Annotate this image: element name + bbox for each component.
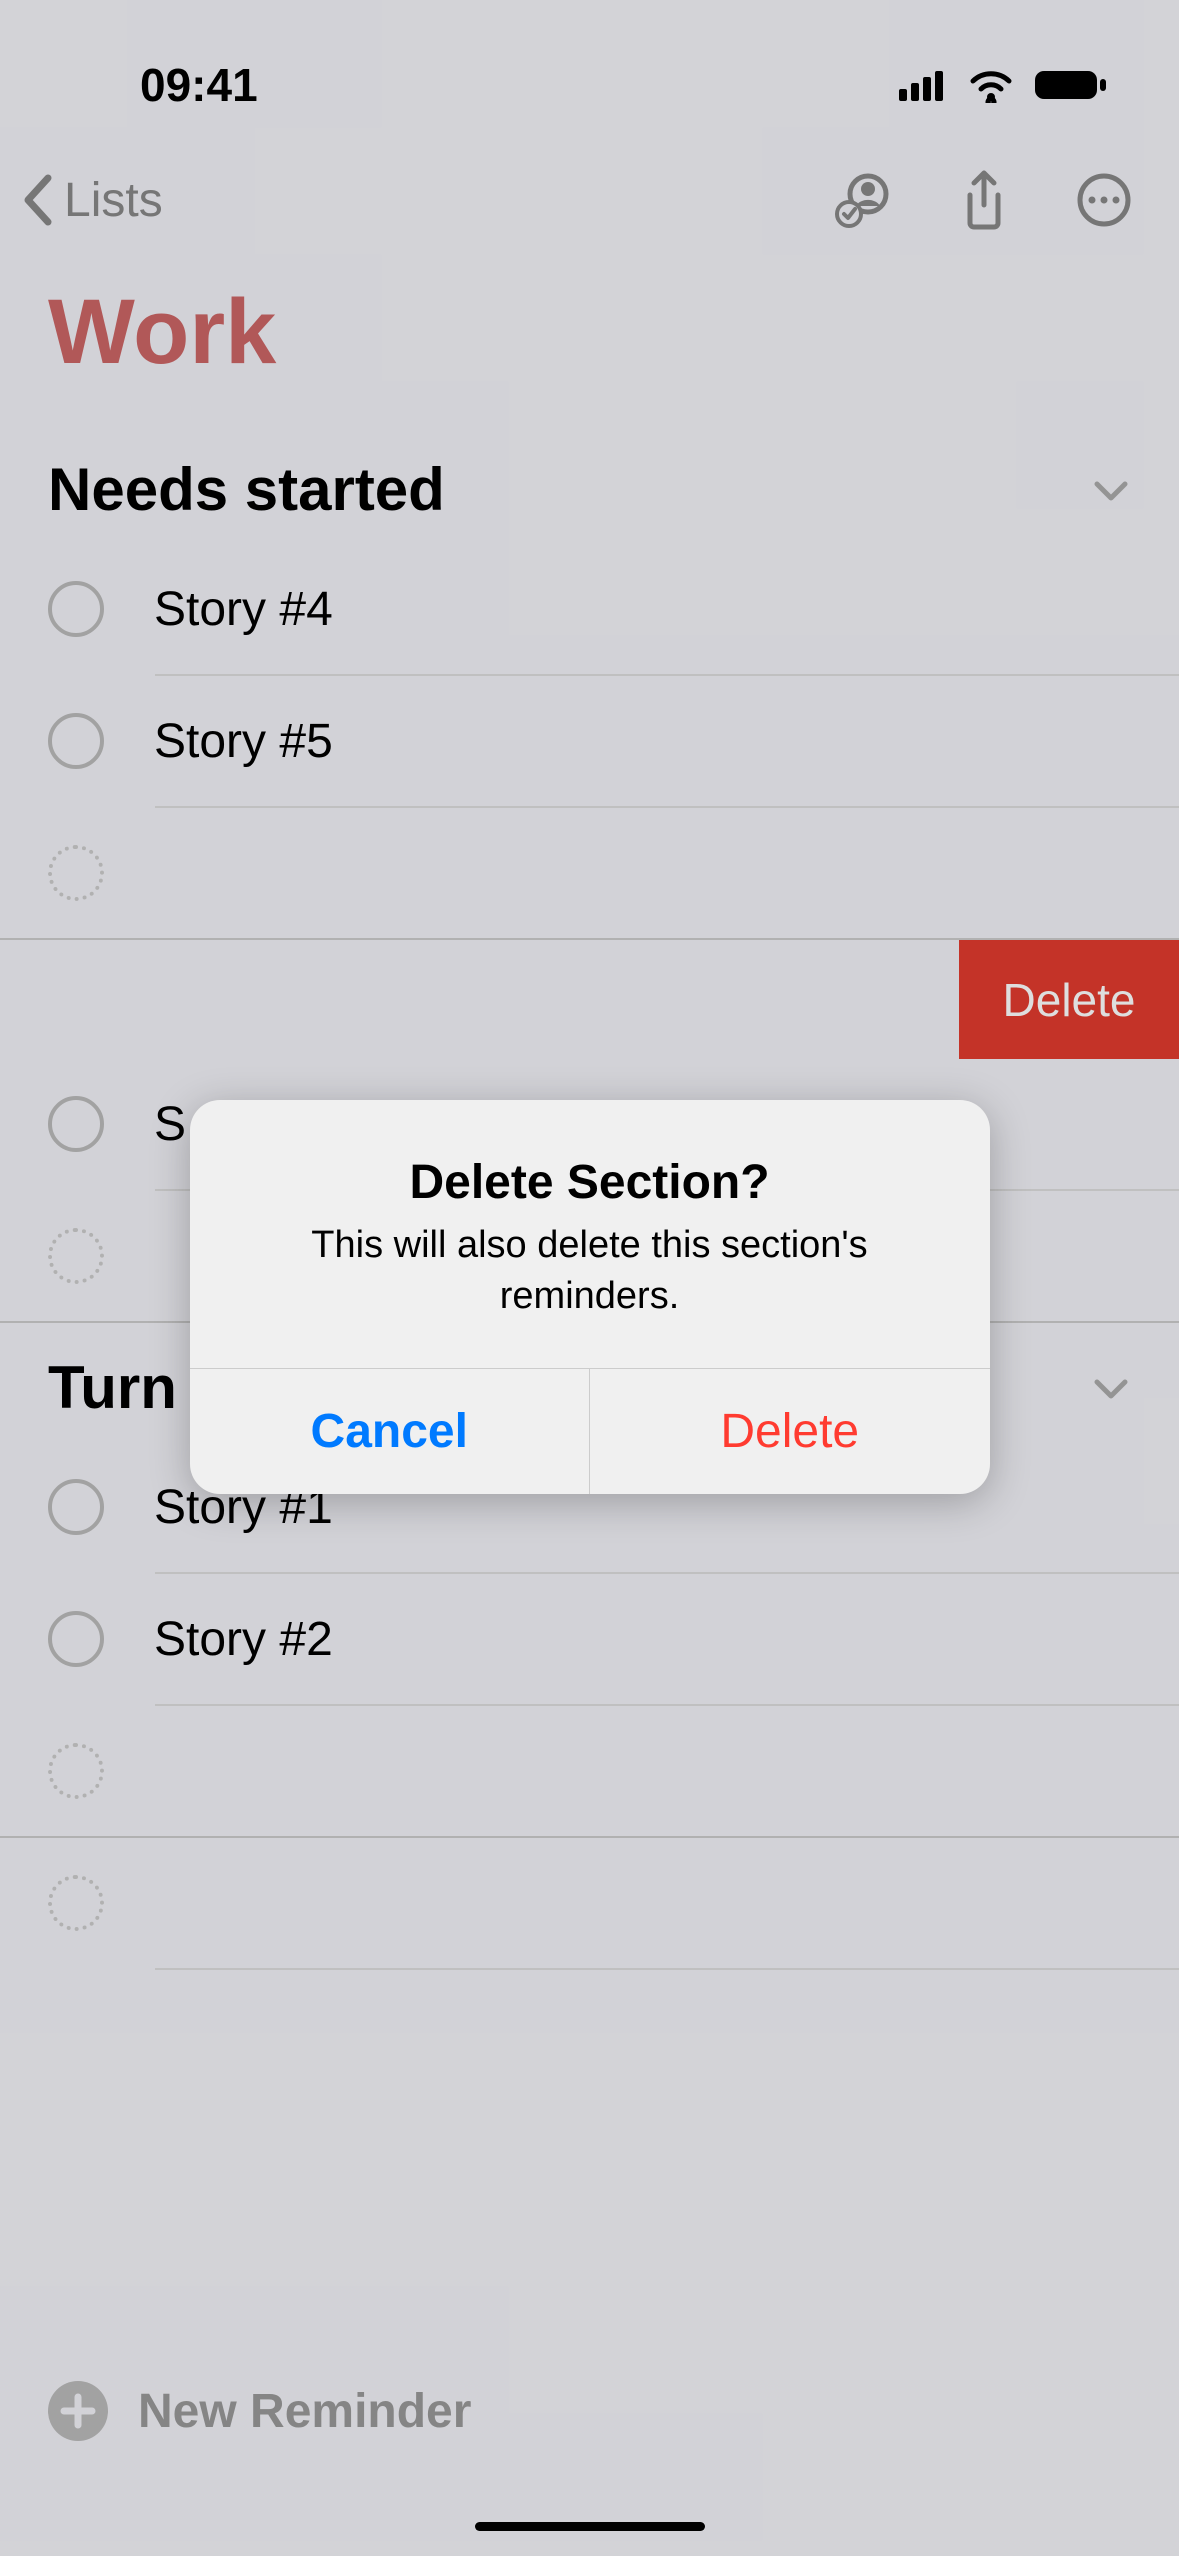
alert-buttons: Cancel Delete [190, 1368, 990, 1494]
cancel-button[interactable]: Cancel [190, 1369, 591, 1494]
delete-button[interactable]: Delete [590, 1369, 990, 1494]
alert-content: Delete Section? This will also delete th… [190, 1100, 990, 1368]
alert-message: This will also delete this section's rem… [240, 1220, 940, 1323]
alert-title: Delete Section? [240, 1155, 940, 1210]
alert-dialog: Delete Section? This will also delete th… [190, 1100, 990, 1494]
